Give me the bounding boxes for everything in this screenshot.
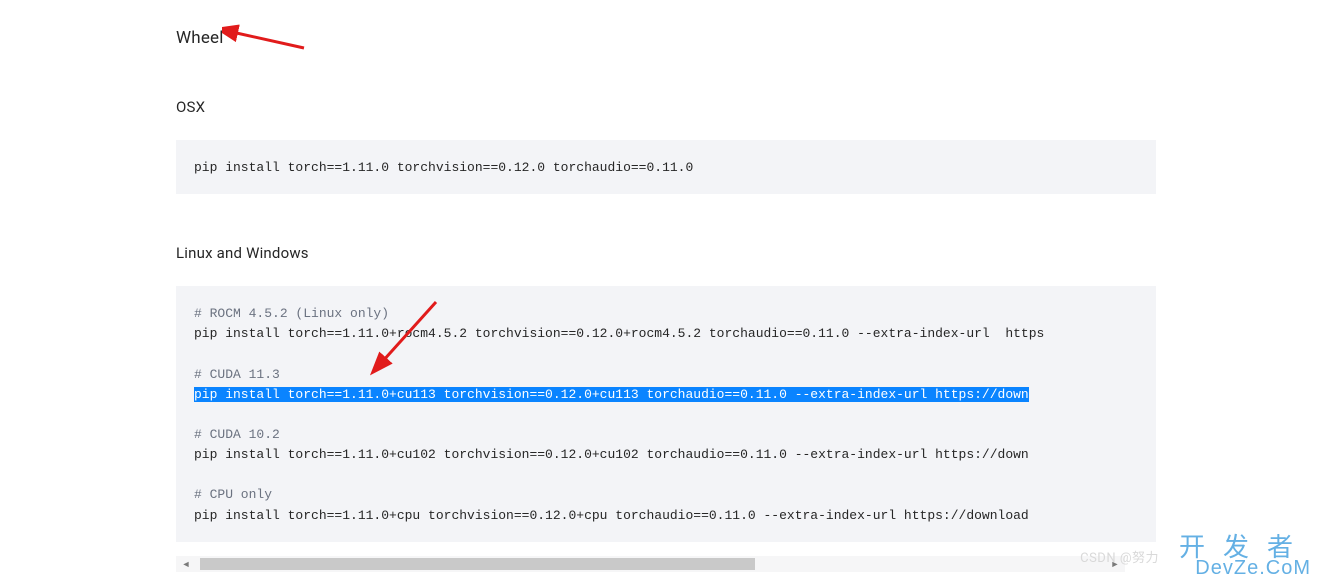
code-line: pip install torch==1.11.0+rocm4.5.2 torc… [194, 326, 1044, 341]
code-comment: # CUDA 11.3 [194, 367, 280, 382]
code-line: pip install torch==1.11.0+cu102 torchvis… [194, 447, 1029, 462]
document-content: Wheel OSX pip install torch==1.11.0 torc… [176, 0, 1156, 542]
csdn-watermark: CSDN @努力 [1080, 547, 1159, 566]
heading-osx: OSX [176, 98, 1156, 116]
code-line: pip install torch==1.11.0 torchvision==0… [194, 160, 693, 175]
heading-linux-windows: Linux and Windows [176, 244, 1156, 262]
code-line-selected[interactable]: pip install torch==1.11.0+cu113 torchvis… [194, 387, 1029, 402]
code-block-osx[interactable]: pip install torch==1.11.0 torchvision==0… [176, 140, 1156, 194]
scroll-left-arrow-icon[interactable]: ◄ [178, 556, 194, 572]
code-line: pip install torch==1.11.0+cpu torchvisio… [194, 508, 1029, 523]
watermark-en: DevZe.CoM [1179, 558, 1311, 578]
horizontal-scrollbar[interactable]: ◄ ► [176, 556, 1125, 572]
scrollbar-thumb[interactable] [200, 558, 755, 570]
code-comment: # ROCM 4.5.2 (Linux only) [194, 306, 389, 321]
code-block-linux-windows[interactable]: # ROCM 4.5.2 (Linux only) pip install to… [176, 286, 1156, 542]
page-root: { "headings": { "wheel": "Wheel", "osx":… [0, 0, 1319, 584]
site-watermark: 开发者 DevZe.CoM [1179, 534, 1311, 578]
code-comment: # CUDA 10.2 [194, 427, 280, 442]
heading-wheel: Wheel [176, 28, 1156, 48]
code-comment: # CPU only [194, 487, 272, 502]
